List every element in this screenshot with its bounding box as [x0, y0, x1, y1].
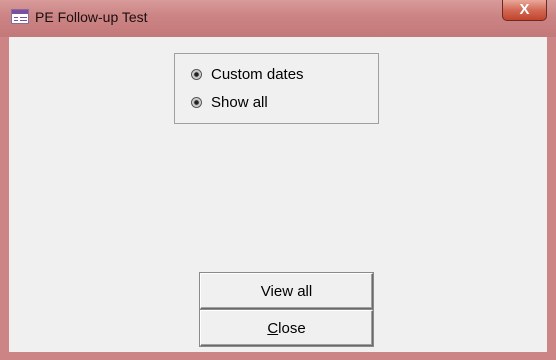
view-all-label: View all	[260, 282, 313, 300]
custom-dates-radio[interactable]	[191, 68, 202, 80]
show-all-label: Show all	[211, 93, 268, 111]
form-app-icon	[11, 9, 29, 24]
form-body: Custom dates Show all View all Close	[9, 37, 547, 352]
close-mnemonic: C	[267, 319, 279, 337]
custom-dates-label: Custom dates	[211, 65, 304, 83]
show-all-radio[interactable]	[191, 96, 202, 108]
close-label: Close	[267, 320, 305, 337]
show-all-option[interactable]: Show all	[191, 93, 268, 111]
window-title: PE Follow-up Test	[35, 9, 148, 25]
custom-dates-option[interactable]: Custom dates	[191, 65, 304, 83]
close-label-rest: lose	[278, 319, 306, 337]
view-all-button[interactable]: View all	[199, 272, 374, 310]
title-bar[interactable]: PE Follow-up Test X	[0, 0, 556, 37]
dialog-window: PE Follow-up Test X Custom dates Show al…	[0, 0, 556, 360]
close-button[interactable]: Close	[199, 309, 374, 347]
window-close-button[interactable]: X	[502, 0, 547, 21]
date-option-group: Custom dates Show all	[174, 53, 379, 124]
